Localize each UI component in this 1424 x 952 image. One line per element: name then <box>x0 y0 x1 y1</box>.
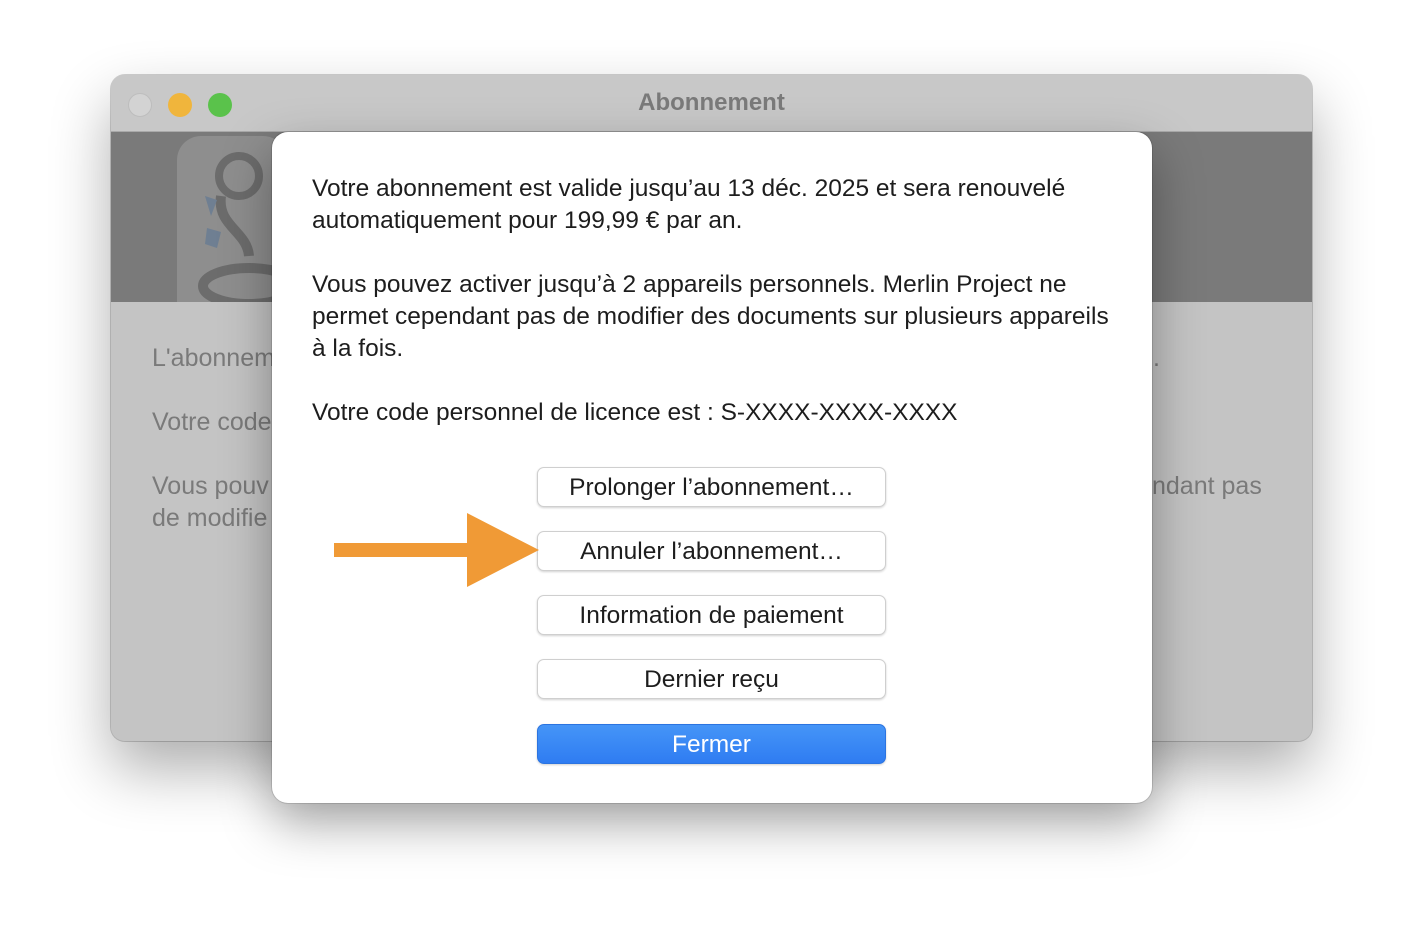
last-receipt-button[interactable]: Dernier reçu <box>537 659 886 699</box>
devices-info-text: Vous pouvez activer jusqu’à 2 appareils … <box>312 271 1109 362</box>
license-code-text: Votre code personnel de licence est : S-… <box>312 399 958 426</box>
screen: Abonnement L'abonnem . Votre code Vous p… <box>0 0 1424 952</box>
extend-subscription-button[interactable]: Prolonger l’abonnement… <box>537 467 886 507</box>
merlin-logo-icon <box>177 136 287 302</box>
window-title: Abonnement <box>638 89 785 116</box>
close-button[interactable]: Fermer <box>537 724 886 764</box>
orange-arrow-icon <box>334 513 539 587</box>
background-text-line: L'abonnem <box>152 344 275 372</box>
background-text-line: ndant pas <box>1152 472 1262 500</box>
background-text-line: Vous pouv <box>152 472 269 500</box>
background-text-line: . <box>1153 344 1160 372</box>
payment-info-button[interactable]: Information de paiement <box>537 595 886 635</box>
subscription-dialog: Votre abonnement est valide jusqu’au 13 … <box>272 132 1152 803</box>
subscription-validity-text: Votre abonnement est valide jusqu’au 13 … <box>312 175 1066 234</box>
background-text-line: Votre code <box>152 408 272 436</box>
title-bar: Abonnement <box>111 75 1312 132</box>
background-text-line: de modifie <box>152 504 268 532</box>
cancel-subscription-button[interactable]: Annuler l’abonnement… <box>537 531 886 571</box>
